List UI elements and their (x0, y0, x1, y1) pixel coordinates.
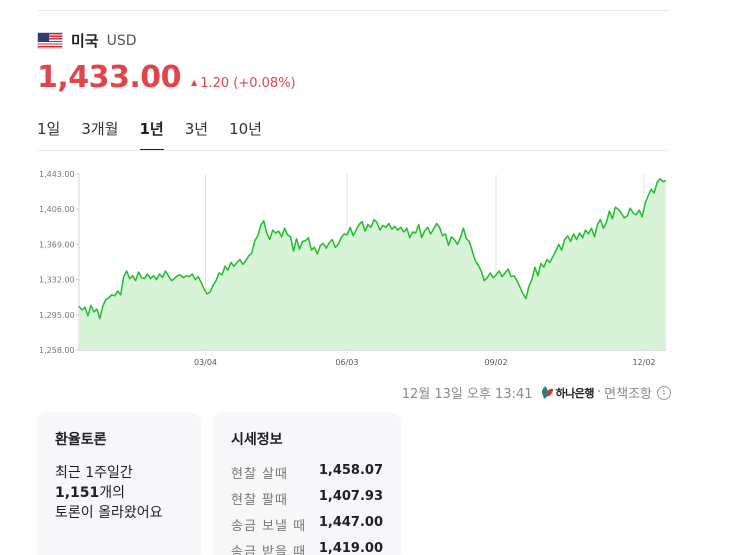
y-tick-label: 1,332.00 (39, 276, 75, 285)
period-tabs: 1일 3개월 1년 3년 10년 (37, 118, 283, 151)
discussion-card[interactable]: 환율토론 최근 1주일간 1,151개의 토론이 올라왔어요 (37, 412, 201, 555)
top-divider (37, 10, 670, 11)
tab-10year[interactable]: 10년 (229, 118, 262, 151)
discussion-line3: 토론이 올라왔어요 (55, 505, 163, 521)
chart-svg: 1,443.00 1,406.00 1,369.00 1,332.00 1,295.00… (39, 170, 667, 367)
y-tick-label: 1,258.00 (39, 346, 75, 355)
quote-info-card: 시세정보 현찰 살때 1,458.07 현찰 팔때 1,407.93 송금 보낼… (213, 412, 401, 555)
source-info: 12월 13일 오후 13:41 하나은행 · 면책조항 i (402, 383, 671, 402)
tab-1year[interactable]: 1년 (139, 118, 164, 151)
price-row: 1,433.00 ▲ 1.20 (+0.08%) (37, 60, 296, 95)
discussion-count: 1,151 (55, 485, 100, 501)
y-tick-label: 1,406.00 (39, 205, 75, 214)
quote-label: 송금 보낼 때 (231, 519, 307, 534)
quote-row-transfer-send: 송금 보낼 때 1,447.00 (231, 515, 383, 534)
tab-3year[interactable]: 3년 (185, 118, 208, 151)
chart-area-fill (79, 178, 666, 350)
current-price: 1,433.00 (37, 60, 182, 95)
quote-row-transfer-receive: 송금 받을 때 1,419.00 (231, 541, 383, 555)
quote-value: 1,458.07 (318, 463, 383, 478)
discussion-count-suffix: 개의 (99, 485, 126, 501)
y-tick-label: 1,295.00 (39, 311, 75, 320)
quote-row-cash-sell: 현찰 팔때 1,407.93 (231, 489, 383, 508)
quote-label: 현찰 팔때 (231, 493, 288, 508)
info-icon[interactable]: i (657, 385, 671, 400)
x-tick-label: 03/04 (194, 358, 217, 367)
currency-code: USD (106, 32, 137, 49)
up-triangle-icon: ▲ (191, 78, 198, 87)
quote-value: 1,447.00 (318, 515, 383, 530)
quote-row-cash-buy: 현찰 살때 1,458.07 (231, 463, 383, 482)
disclaimer-link[interactable]: 면책조항 (604, 383, 652, 402)
bank-name: 하나은행 (555, 386, 595, 400)
quote-info-title: 시세정보 (231, 432, 283, 448)
separator: · (597, 385, 602, 400)
tabs-divider (37, 150, 670, 151)
discussion-line2: 1,151개의 (55, 483, 183, 503)
currency-header: 미국 USD (37, 30, 137, 51)
y-tick-label: 1,443.00 (39, 170, 75, 179)
quote-label: 현찰 살때 (231, 467, 288, 482)
discussion-line1: 최근 1주일간 (55, 465, 133, 481)
x-tick-label: 06/03 (335, 358, 358, 367)
currency-name: 미국 (71, 32, 99, 50)
price-change-value: 1.20 (+0.08%) (200, 76, 296, 91)
quote-value: 1,419.00 (318, 541, 383, 555)
update-timestamp: 12월 13일 오후 13:41 (401, 387, 533, 402)
discussion-title: 환율토론 (55, 432, 107, 448)
tab-3month[interactable]: 3개월 (81, 118, 118, 151)
quote-label: 송금 받을 때 (231, 545, 307, 555)
us-flag-icon (37, 32, 63, 49)
exchange-rate-chart[interactable]: 1,443.00 1,406.00 1,369.00 1,332.00 1,295.00… (37, 163, 670, 373)
quote-value: 1,407.93 (318, 489, 383, 504)
y-tick-label: 1,369.00 (39, 240, 75, 249)
price-change: ▲ 1.20 (+0.08%) (191, 76, 296, 91)
hana-bank-logo-icon (539, 386, 554, 399)
x-tick-label: 12/02 (632, 358, 655, 367)
tab-1day[interactable]: 1일 (37, 118, 60, 151)
discussion-summary: 최근 1주일간 1,151개의 토론이 올라왔어요 (55, 463, 183, 523)
x-tick-label: 09/02 (485, 358, 508, 367)
